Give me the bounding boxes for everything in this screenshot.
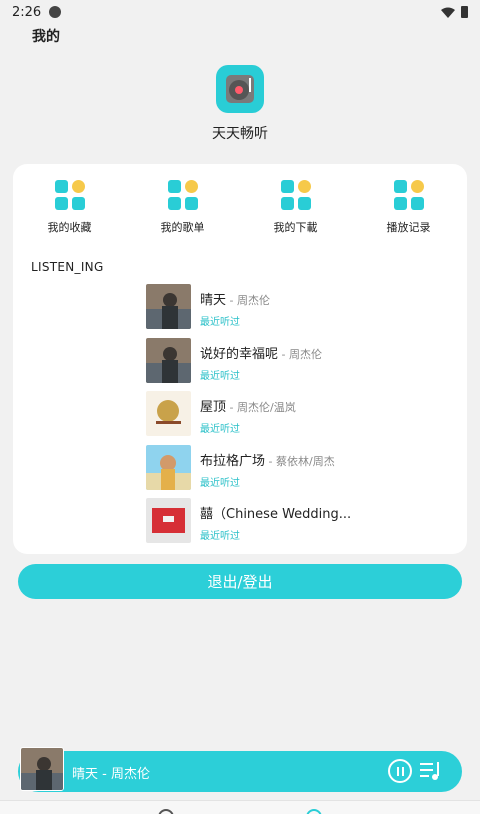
song-tag: 最近听过	[200, 424, 240, 435]
song-item[interactable]: 囍（Chinese Wedding... 最近听过	[146, 498, 446, 552]
wifi-icon	[441, 7, 455, 18]
notification-dot-icon	[49, 6, 62, 18]
now-playing-text: 晴天 - 周杰伦	[72, 767, 150, 782]
status-icons	[441, 6, 468, 18]
song-item[interactable]: 屋顶 - 周杰伦/温岚 最近听过	[146, 391, 446, 445]
home-icon[interactable]	[158, 809, 174, 814]
song-artist: 周杰伦/温岚	[236, 401, 296, 414]
quick-downloads[interactable]: 我的下載	[239, 180, 352, 240]
song-separator: -	[278, 347, 289, 361]
grid-icon	[280, 180, 311, 210]
song-list: 晴天 - 周杰伦 最近听过 说好的幸福呢 - 周杰伦 最近听过 屋顶 - 周杰伦…	[146, 284, 446, 552]
song-tag: 最近听过	[200, 370, 240, 382]
playlist-icon[interactable]	[420, 761, 442, 781]
now-playing-cover[interactable]	[20, 747, 64, 791]
song-tag: 最近听过	[200, 317, 240, 328]
quick-label: 我的歌单	[160, 221, 205, 234]
album-cover	[146, 284, 191, 329]
song-separator: -	[226, 401, 237, 414]
listening-title: LISTEN_ING	[31, 260, 104, 274]
album-cover	[146, 391, 191, 436]
page-title: 我的	[32, 29, 60, 45]
song-name: 晴天	[200, 293, 227, 308]
app-name: 天天畅听	[212, 126, 268, 142]
grid-icon	[54, 180, 85, 210]
song-name: 说好的幸福呢	[200, 346, 279, 362]
profile-icon[interactable]	[306, 809, 322, 814]
song-name: 屋顶	[200, 400, 227, 415]
pause-icon[interactable]	[388, 759, 412, 783]
song-item[interactable]: 布拉格广场 - 蔡依林/周杰 最近听过	[146, 444, 446, 499]
quick-history[interactable]: 播放记录	[352, 180, 465, 240]
quick-actions: 我的收藏 我的歌单 我的下載 播放记录	[13, 180, 467, 240]
mini-player[interactable]: 晴天 - 周杰伦	[18, 747, 462, 792]
status-time: 2:26	[12, 4, 42, 20]
logout-button[interactable]: 退出/登出	[18, 564, 462, 599]
song-item[interactable]: 晴天 - 周杰伦 最近听过	[146, 284, 446, 338]
battery-icon	[461, 6, 468, 18]
song-separator: -	[265, 454, 276, 468]
song-artist: 蔡依林/周杰	[275, 454, 335, 468]
song-name: 囍（Chinese Wedding...	[200, 507, 352, 522]
grid-icon	[393, 180, 424, 210]
song-name: 布拉格广场	[200, 453, 266, 469]
song-tag: 最近听过	[200, 531, 240, 542]
status-bar: 2:26	[0, 0, 480, 24]
song-item[interactable]: 说好的幸福呢 - 周杰伦 最近听过	[146, 337, 446, 392]
song-separator: -	[226, 294, 237, 307]
quick-playlists[interactable]: 我的歌单	[126, 180, 239, 240]
song-artist: 周杰伦	[288, 347, 322, 361]
app-logo-icon	[216, 65, 264, 113]
song-tag: 最近听过	[200, 477, 240, 489]
quick-label: 播放记录	[386, 221, 431, 234]
album-cover	[146, 444, 191, 490]
song-artist: 周杰伦	[236, 294, 270, 307]
profile-card: 我的收藏 我的歌单 我的下載 播放记录 LISTEN_ING 晴天 - 周杰伦 …	[13, 164, 467, 554]
album-cover	[146, 498, 191, 543]
quick-favorites[interactable]: 我的收藏	[13, 180, 126, 240]
quick-label: 我的收藏	[47, 221, 92, 234]
album-cover	[146, 337, 191, 383]
quick-label: 我的下載	[273, 221, 318, 234]
bottom-nav	[0, 800, 480, 814]
grid-icon	[167, 180, 198, 210]
